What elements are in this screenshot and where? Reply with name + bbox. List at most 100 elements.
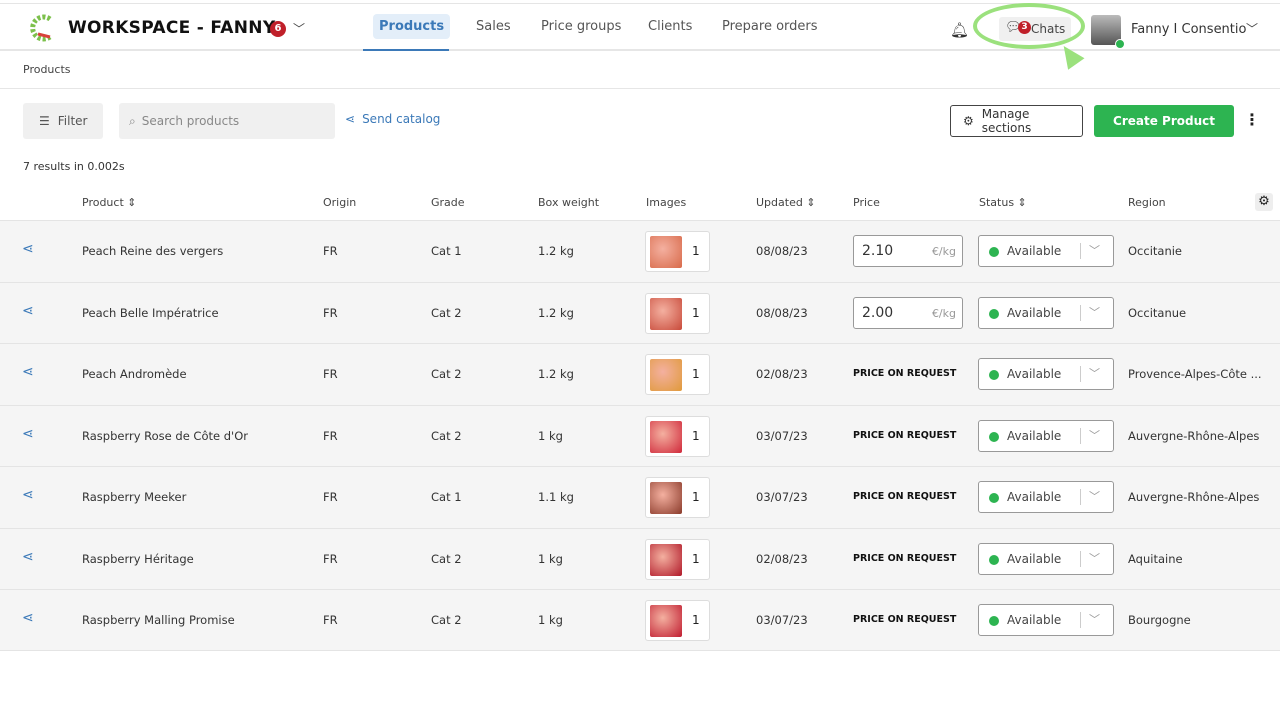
- product-thumbnail: [650, 605, 682, 637]
- image-count: 1: [692, 551, 700, 566]
- tab-products[interactable]: Products: [373, 14, 451, 39]
- consentio-logo-icon: [30, 14, 52, 42]
- status-select[interactable]: Available ﹀: [978, 542, 1114, 575]
- share-icon[interactable]: ⋖: [22, 487, 34, 503]
- price-input[interactable]: 2.00 €/kg: [853, 296, 963, 329]
- chevron-down-icon[interactable]: ﹀: [293, 20, 305, 37]
- filter-button[interactable]: ☰ Filter: [23, 103, 103, 139]
- chevron-down-icon: ﹀: [1089, 490, 1100, 503]
- price-input[interactable]: 2.10 €/kg: [853, 235, 963, 267]
- search-input[interactable]: ⌕ Search products: [119, 103, 335, 139]
- updated-date: 03/07/23: [756, 613, 808, 627]
- table-row[interactable]: ⋖ Peach Reine des vergers FR Cat 1 1.2 k…: [0, 220, 1280, 282]
- tab-prepare-orders[interactable]: Prepare orders: [722, 19, 818, 34]
- image-count: 1: [692, 367, 700, 381]
- column-header-status[interactable]: Status ⇕: [979, 196, 1027, 209]
- status-select[interactable]: Available ﹀: [978, 604, 1114, 636]
- table-row[interactable]: ⋖ Peach Andromède FR Cat 2 1.2 kg 1 02/0…: [0, 343, 1280, 405]
- origin: FR: [323, 613, 338, 627]
- status-dot-icon: [989, 370, 999, 380]
- workspace-name[interactable]: WORKSPACE - FANNY: [68, 18, 275, 38]
- status-dot-icon: [989, 308, 999, 319]
- user-menu-chevron-icon[interactable]: ﹀: [1246, 20, 1258, 37]
- table-row[interactable]: ⋖ Raspberry Meeker FR Cat 1 1.1 kg 1 03/…: [0, 466, 1280, 528]
- manage-sections-button[interactable]: ⚙ Manage sections: [950, 105, 1083, 137]
- updated-date: 08/08/23: [756, 305, 808, 320]
- online-indicator: [1115, 39, 1125, 49]
- user-name[interactable]: Fanny I Consentio: [1131, 22, 1246, 37]
- product-thumbnail: [650, 236, 682, 268]
- status-label: Available: [1007, 367, 1062, 381]
- share-icon[interactable]: ⋖: [22, 426, 34, 442]
- product-images[interactable]: 1: [645, 600, 710, 641]
- status-dot-icon: [989, 616, 999, 626]
- table-row[interactable]: ⋖ Raspberry Malling Promise FR Cat 2 1 k…: [0, 589, 1280, 651]
- product-images[interactable]: 1: [645, 354, 710, 395]
- product-images[interactable]: 1: [645, 538, 710, 580]
- price-unit: €/kg: [931, 306, 956, 320]
- search-icon: ⌕: [129, 113, 136, 128]
- price-on-request: PRICE ON REQUEST: [853, 552, 957, 564]
- product-thumbnail: [650, 482, 682, 514]
- product-name[interactable]: Raspberry Meeker: [82, 490, 186, 504]
- column-header-updated[interactable]: Updated ⇕: [756, 196, 816, 209]
- origin: FR: [323, 367, 338, 381]
- chevron-down-icon: ﹀: [1089, 367, 1100, 380]
- table-settings-icon[interactable]: ⚙: [1255, 193, 1273, 211]
- status-label: Available: [1007, 613, 1062, 627]
- product-images[interactable]: 1: [645, 231, 710, 272]
- product-name[interactable]: Raspberry Héritage: [82, 552, 194, 566]
- tab-sales[interactable]: Sales: [476, 19, 511, 34]
- status-select[interactable]: Available ﹀: [978, 481, 1114, 513]
- tab-price-groups[interactable]: Price groups: [541, 19, 621, 34]
- share-icon[interactable]: ⋖: [22, 610, 34, 626]
- status-select[interactable]: Available ﹀: [978, 235, 1114, 267]
- breadcrumb[interactable]: Products: [23, 63, 71, 76]
- grade: Cat 1: [431, 490, 462, 504]
- product-name[interactable]: Peach Andromède: [82, 367, 187, 381]
- region: Aquitaine: [1128, 551, 1183, 566]
- product-images[interactable]: 1: [645, 415, 710, 457]
- image-count: 1: [692, 490, 700, 504]
- grade: Cat 1: [431, 244, 462, 258]
- bell-icon[interactable]: 🔔︎: [950, 21, 969, 39]
- send-catalog-link[interactable]: ⋖ Send catalog: [345, 112, 440, 126]
- more-options-icon[interactable]: ⋮: [1244, 110, 1260, 129]
- table-row[interactable]: ⋖ Raspberry Rose de Côte d'Or FR Cat 2 1…: [0, 404, 1280, 466]
- image-count: 1: [692, 244, 700, 258]
- product-name[interactable]: Raspberry Malling Promise: [82, 613, 235, 627]
- product-name[interactable]: Peach Reine des vergers: [82, 244, 223, 258]
- column-header-product[interactable]: Product ⇕: [82, 196, 136, 209]
- share-icon: ⋖: [345, 112, 356, 126]
- status-select[interactable]: Available ﹀: [978, 419, 1114, 452]
- status-select[interactable]: Available ﹀: [978, 296, 1114, 329]
- product-name[interactable]: Raspberry Rose de Côte d'Or: [82, 429, 248, 443]
- column-header-region: Region: [1128, 196, 1166, 209]
- updated-date: 03/07/23: [756, 490, 808, 504]
- status-label: Available: [1007, 490, 1062, 504]
- share-icon[interactable]: ⋖: [22, 303, 34, 319]
- filter-icon: ☰: [39, 114, 50, 128]
- tab-clients[interactable]: Clients: [648, 19, 692, 34]
- product-images[interactable]: 1: [645, 292, 710, 334]
- status-select[interactable]: Available ﹀: [978, 358, 1114, 390]
- status-label: Available: [1007, 428, 1062, 443]
- box-weight: 1.2 kg: [538, 367, 574, 381]
- grade: Cat 2: [431, 367, 462, 381]
- table-row[interactable]: ⋖ Peach Belle Impératrice FR Cat 2 1.2 k…: [0, 281, 1280, 343]
- box-weight: 1 kg: [538, 613, 563, 627]
- chevron-down-icon: ﹀: [1089, 244, 1100, 257]
- create-product-button[interactable]: Create Product: [1094, 105, 1234, 137]
- price-on-request: PRICE ON REQUEST: [853, 429, 957, 441]
- table-row[interactable]: ⋖ Raspberry Héritage FR Cat 2 1 kg 1 02/…: [0, 527, 1280, 589]
- share-icon[interactable]: ⋖: [22, 241, 34, 257]
- share-icon[interactable]: ⋖: [22, 549, 34, 565]
- share-icon[interactable]: ⋖: [22, 364, 34, 380]
- region: Occitanie: [1128, 244, 1183, 258]
- product-images[interactable]: 1: [645, 477, 710, 518]
- origin: FR: [323, 490, 338, 504]
- product-thumbnail: [650, 420, 682, 453]
- product-name[interactable]: Peach Belle Impératrice: [82, 306, 219, 320]
- status-dot-icon: [989, 554, 999, 565]
- region: Auvergne-Rhône-Alpes: [1128, 490, 1260, 504]
